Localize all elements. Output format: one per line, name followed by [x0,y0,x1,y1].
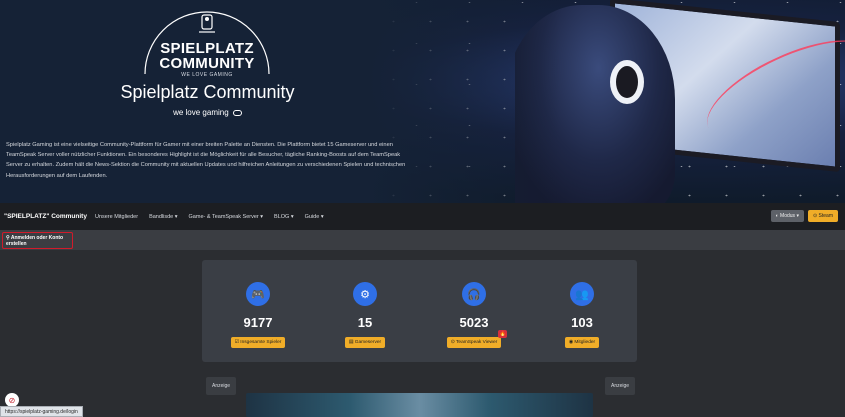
stat-value: 15 [357,315,373,330]
ad-label-left: Anzeige [206,377,237,395]
logo-tagline: WE LOVE GAMING [181,72,233,78]
headset-icon: 🎧 [462,282,486,306]
server-icon: ⚙ [353,282,377,306]
gamepad-icon: 🎮 [246,282,270,306]
nav-item-guide[interactable]: Guide ▾ [305,214,324,220]
stat-value: 103 [571,315,593,330]
teamspeak-viewer-label: ⊙ TeamSpeak Viewer [450,340,498,345]
site-title: Spielplatz Community [120,82,295,102]
members-button[interactable]: ◉ Mitglieder [564,337,600,348]
status-bar-url: https://spielplatz-gaming.de/login [0,406,83,417]
stat-gameservers: ⚙ 15 ▤ Gameserver [325,282,405,348]
stat-players: 🎮 9177 ☑ Insgesamte Spieler [218,282,298,348]
gamer-photo [515,0,845,203]
floating-lock-icon[interactable]: ⊘ [5,393,19,407]
fire-badge-icon: 🔥 [498,330,508,338]
hero-banner: SPIELPLATZ COMMUNITY WE LOVE GAMING Spie… [0,0,845,203]
nav-right-group: ◐ Modus ▾ ⊙ Steam [770,210,838,222]
mode-toggle-button[interactable]: ◐ Modus ▾ [770,210,804,222]
site-subtitle: we love gaming [140,108,275,117]
account-bar [0,230,845,250]
nav-item-blog[interactable]: BLOG ▾ [274,214,294,220]
users-icon: 👥 [570,282,594,306]
nav-item-servers[interactable]: Game- & TeamSpeak Server ▾ [189,214,264,220]
stat-value: 9177 [243,315,273,330]
nav-item-members[interactable]: Unsere Mitglieder [95,214,138,220]
stats-panel: 🎮 9177 ☑ Insgesamte Spieler ⚙ 15 ▤ Games… [202,260,637,362]
main-navbar: "SPIELPLATZ" Community Unsere Mitglieder… [0,203,845,230]
advertisement-banner[interactable] [246,393,593,417]
teamspeak-viewer-button[interactable]: ⊙ TeamSpeak Viewer 🔥 [446,330,508,348]
gamepad-icon [232,109,242,116]
headset-graphic [610,60,644,104]
stat-teamspeak: 🎧 5023 ⊙ TeamSpeak Viewer 🔥 [434,282,514,348]
login-register-button[interactable]: ⚲ Anmelden oder Konto erstellen [2,232,73,249]
logo-text-bottom: COMMUNITY [159,55,255,72]
nav-brand[interactable]: "SPIELPLATZ" Community [4,213,87,220]
site-description: Spielplatz Gaming ist eine vielseitige C… [6,142,406,179]
nav-item-banlist[interactable]: Bandlisde ▾ [149,214,177,220]
players-button[interactable]: ☑ Insgesamte Spieler [230,337,286,348]
ad-label-right: Anzeige [605,377,636,395]
stat-value: 5023 [459,315,489,330]
gameserver-button[interactable]: ▤ Gameserver [344,337,386,348]
site-logo[interactable]: SPIELPLATZ COMMUNITY WE LOVE GAMING [143,10,271,78]
steam-login-button[interactable]: ⊙ Steam [807,210,838,222]
site-subtitle-text: we love gaming [173,108,229,117]
stat-members: 👥 103 ◉ Mitglieder [542,282,622,348]
